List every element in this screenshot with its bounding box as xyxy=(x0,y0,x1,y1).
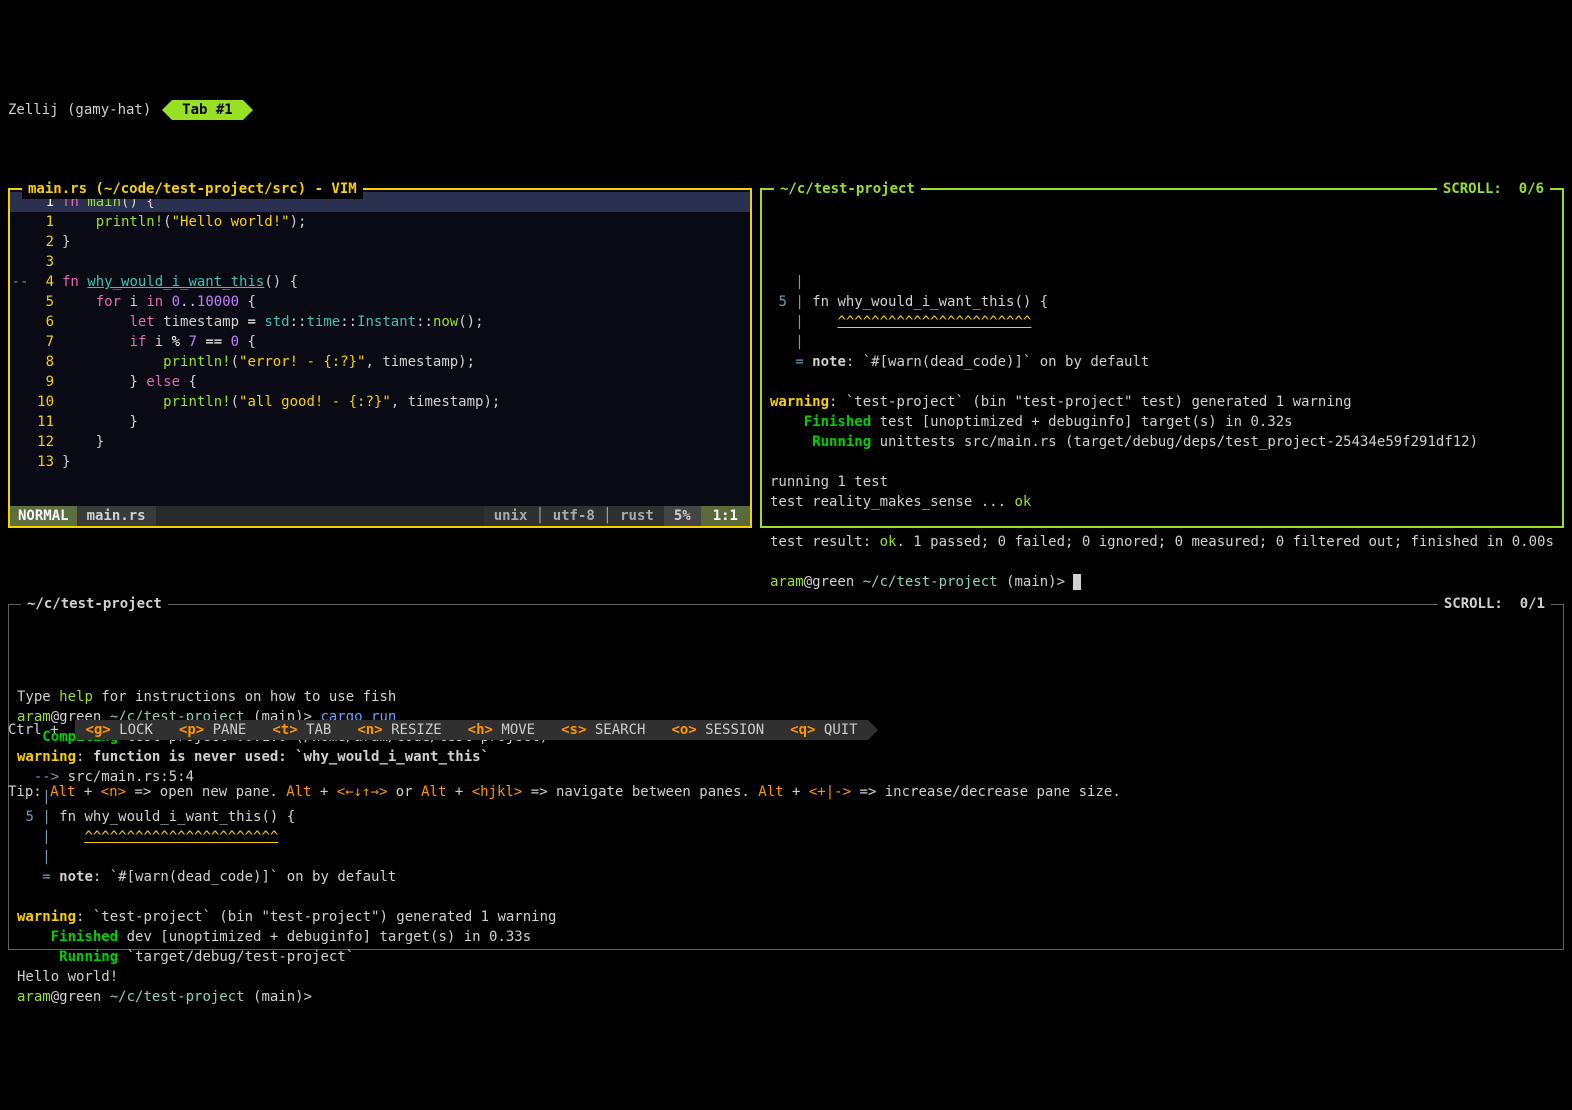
editor-line[interactable]: 6 let timestamp = std::time::Instant::no… xyxy=(10,312,750,332)
pane-title: ~/c/test-project xyxy=(774,179,921,199)
editor-line[interactable]: 1 println!("Hello world!"); xyxy=(10,212,750,232)
editor-body[interactable]: 1fn main() {1 println!("Hello world!");2… xyxy=(10,190,750,506)
editor-line[interactable]: 9 } else { xyxy=(10,372,750,392)
tip-line: Tip: Alt + <n> => open new pane. Alt + <… xyxy=(0,780,1572,808)
status-pct: 5% xyxy=(664,506,701,526)
editor-line[interactable]: 3 xyxy=(10,252,750,272)
pane-title: ~/c/test-project xyxy=(21,594,168,614)
mode-chip-session[interactable]: <o> SESSION xyxy=(655,720,774,740)
mode-chip-resize[interactable]: <n> RESIZE xyxy=(341,720,451,740)
mode-chip-lock[interactable]: <g> LOCK xyxy=(75,720,162,740)
bottom-bar: Ctrl + <g> LOCK<p> PANE<t> TAB<n> RESIZE… xyxy=(0,678,1572,828)
mode-chip-pane[interactable]: <p> PANE xyxy=(163,720,256,740)
editor-line[interactable]: 7 if i % 7 == 0 { xyxy=(10,332,750,352)
editor-pane[interactable]: main.rs (~/code/test-project/src) - VIM … xyxy=(8,188,752,528)
mode-chip-quit[interactable]: <q> QUIT xyxy=(774,720,867,740)
editor-statusline: NORMAL main.rs unix │ utf-8 │ rust 5% 1:… xyxy=(10,506,750,526)
status-pos: 1:1 xyxy=(701,506,750,526)
mode-chip-move[interactable]: <h> MOVE xyxy=(452,720,545,740)
editor-line[interactable]: 11 } xyxy=(10,412,750,432)
scroll-indicator: SCROLL: 0/6 xyxy=(1437,179,1550,199)
editor-line[interactable]: 13} xyxy=(10,452,750,472)
editor-line[interactable]: 5 for i in 0..10000 { xyxy=(10,292,750,312)
mode-prefix: Ctrl + xyxy=(8,720,75,740)
vim-mode: NORMAL xyxy=(10,506,77,526)
terminal-output[interactable]: | 5 | fn why_would_i_want_this() { | ^^^… xyxy=(762,270,1562,596)
editor-line[interactable]: 2} xyxy=(10,232,750,252)
mode-chip-tab[interactable]: <t> TAB xyxy=(256,720,341,740)
tab-chip[interactable]: Tab #1 xyxy=(172,100,243,120)
editor-line[interactable]: 8 println!("error! - {:?}", timestamp); xyxy=(10,352,750,372)
editor-line[interactable]: 10 println!("all good! - {:?}", timestam… xyxy=(10,392,750,412)
editor-line[interactable]: --4fn why_would_i_want_this() { xyxy=(10,272,750,292)
editor-line[interactable]: 12 } xyxy=(10,432,750,452)
mode-chip-search[interactable]: <s> SEARCH xyxy=(545,720,655,740)
status-info: unix │ utf-8 │ rust xyxy=(484,506,664,526)
session-name: Zellij (gamy-hat) xyxy=(8,100,151,120)
mode-bar: Ctrl + <g> LOCK<p> PANE<t> TAB<n> RESIZE… xyxy=(0,718,1572,740)
scroll-indicator: SCROLL: 0/1 xyxy=(1438,594,1551,614)
top-bar: Zellij (gamy-hat) Tab #1 xyxy=(0,100,1572,120)
status-file: main.rs xyxy=(77,506,156,526)
pane-title: main.rs (~/code/test-project/src) - VIM xyxy=(22,179,363,199)
test-pane[interactable]: ~/c/test-project SCROLL: 0/6 | 5 | fn wh… xyxy=(760,188,1564,528)
